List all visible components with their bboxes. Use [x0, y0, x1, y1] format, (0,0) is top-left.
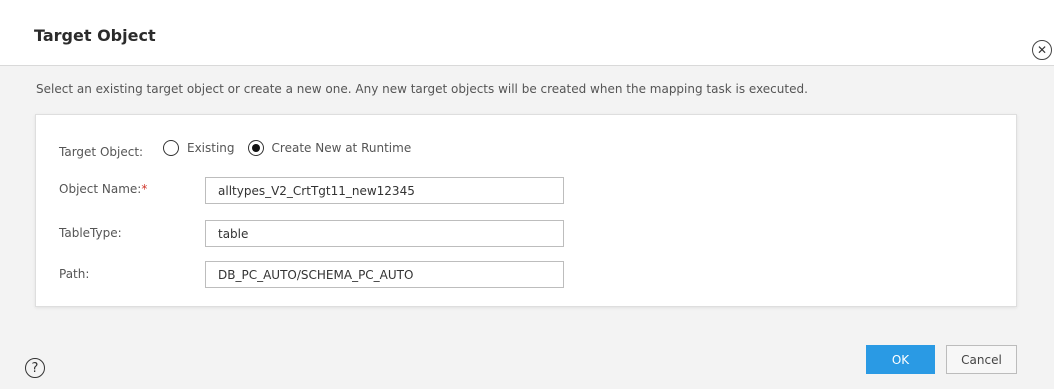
target-object-dialog: Target Object ✕ Select an existing targe…	[0, 0, 1054, 389]
radio-selected-dot	[251, 144, 260, 152]
target-object-label: Target Object:	[59, 145, 144, 159]
object-name-label: Object Name:*	[59, 182, 147, 196]
table-type-input[interactable]	[205, 220, 564, 247]
radio-existing[interactable]	[163, 140, 179, 156]
required-marker: *	[141, 182, 148, 196]
help-icon[interactable]: ?	[25, 358, 45, 378]
object-name-label-text: Object Name:	[59, 182, 142, 196]
dialog-title: Target Object	[34, 26, 156, 45]
close-icon[interactable]: ✕	[1032, 40, 1052, 60]
dialog-description: Select an existing target object or crea…	[36, 82, 808, 96]
radio-create-new[interactable]	[247, 140, 264, 156]
dialog-header: Target Object ✕	[0, 0, 1054, 66]
radio-create-new-label[interactable]: Create New at Runtime	[272, 141, 412, 155]
path-label: Path:	[59, 267, 90, 281]
cancel-button[interactable]: Cancel	[946, 345, 1017, 374]
path-input[interactable]	[205, 261, 564, 288]
table-type-label: TableType:	[59, 226, 122, 240]
target-object-radio-group: Existing Create New at Runtime	[163, 140, 424, 156]
radio-existing-label[interactable]: Existing	[187, 141, 235, 155]
form-card: Target Object: Existing Create New at Ru…	[35, 114, 1017, 307]
ok-button[interactable]: OK	[866, 345, 935, 374]
object-name-input[interactable]	[205, 177, 564, 204]
